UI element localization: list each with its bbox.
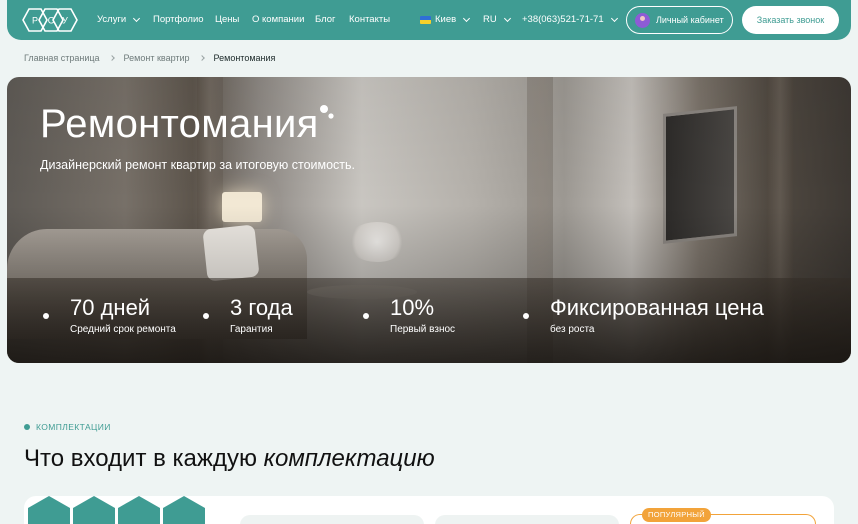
section-title-plain: Что входит в каждую — [24, 445, 257, 472]
hexagon-shape — [118, 496, 160, 524]
breadcrumb-current: Ремонтомания — [213, 53, 276, 63]
stat-value: 70 дней — [70, 295, 151, 320]
hexagon-shape — [28, 496, 70, 524]
nav-prices[interactable]: Цены — [215, 13, 239, 27]
chevron-right-icon — [198, 55, 205, 61]
phone-number: +38(063)521-71-71 — [522, 14, 604, 25]
city-selector[interactable]: Киев — [420, 13, 471, 27]
order-call-button[interactable]: Заказать звонок — [742, 6, 839, 34]
ukraine-flag-icon — [420, 16, 431, 24]
bullet-icon — [363, 313, 369, 319]
decorative-dots-icon — [320, 105, 334, 119]
bullet-icon — [523, 313, 529, 319]
section-title: Что входит в каждую комплектацию — [24, 445, 435, 473]
breadcrumb-home[interactable]: Главная страница — [24, 53, 100, 63]
section-tag: КОМПЛЕКТАЦИИ — [24, 422, 111, 432]
personal-cabinet-label: Личный кабинет — [656, 15, 724, 25]
section-title-italic: комплектацию — [263, 445, 435, 472]
city-label: Киев — [435, 14, 457, 25]
nav-services-label: Услуги — [97, 14, 127, 25]
chevron-down-icon — [133, 14, 141, 23]
order-call-label: Заказать звонок — [756, 15, 825, 25]
page-title: Ремонтомания — [40, 102, 319, 146]
bullet-icon — [203, 313, 209, 319]
nav-blog-label: Блог — [315, 14, 336, 25]
stat-value: 10% — [390, 295, 435, 320]
user-avatar-icon — [635, 12, 650, 28]
personal-cabinet-button[interactable]: Личный кабинет — [626, 6, 733, 34]
stat-value: 3 года — [230, 295, 293, 320]
nav-portfolio[interactable]: Портфолио — [153, 13, 204, 27]
nav-blog[interactable]: Блог — [315, 13, 336, 27]
nav-services[interactable]: Услуги — [97, 13, 141, 27]
language-label: RU — [483, 14, 497, 25]
bullet-icon — [43, 313, 49, 319]
nav-about-label: О компании — [252, 14, 305, 25]
chevron-right-icon — [108, 55, 115, 61]
stat-value: Фиксированная цена — [550, 295, 764, 320]
hero-subtitle: Дизайнерский ремонт квартир за итоговую … — [40, 158, 356, 172]
breadcrumb-apartment-repair[interactable]: Ремонт квартир — [124, 53, 190, 63]
stat-item: 3 года Гарантия — [203, 295, 293, 335]
nav-contacts-label: Контакты — [349, 14, 391, 25]
stat-item: Фиксированная цена без роста — [523, 295, 764, 335]
top-navbar: Р С У Услуги Портфолио Цены О компании Б… — [7, 0, 851, 40]
section-tag-label: КОМПЛЕКТАЦИИ — [36, 422, 111, 432]
logo-letter-3: У — [62, 16, 68, 26]
phone-selector[interactable]: +38(063)521-71-71 — [522, 13, 618, 27]
chevron-down-icon — [610, 14, 618, 23]
stat-item: 70 дней Средний срок ремонта — [43, 295, 176, 335]
stat-label: без роста — [550, 324, 595, 335]
logo-letter-1: Р — [32, 16, 38, 26]
nav-portfolio-label: Портфолио — [153, 14, 204, 25]
stat-label: Гарантия — [230, 324, 273, 335]
hexagon-shape — [73, 496, 115, 524]
breadcrumb: Главная страница Ремонт квартир Ремонтом… — [24, 53, 275, 63]
stat-label: Первый взнос — [390, 324, 456, 335]
stat-label: Средний срок ремонта — [70, 324, 176, 335]
nav-about[interactable]: О компании — [252, 13, 304, 27]
company-logo[interactable]: Р С У — [21, 7, 79, 33]
package-card[interactable] — [435, 515, 619, 524]
hexagon-shape — [163, 496, 205, 524]
popular-badge: ПОПУЛЯРНЫЙ — [642, 508, 711, 522]
chevron-down-icon — [463, 14, 471, 23]
chevron-down-icon — [503, 14, 511, 23]
nav-contacts[interactable]: Контакты — [349, 13, 390, 27]
package-card[interactable] — [240, 515, 424, 524]
dot-icon — [24, 424, 30, 430]
stat-item: 10% Первый взнос — [363, 295, 456, 335]
logo-letter-2: С — [48, 16, 55, 26]
language-selector[interactable]: RU — [483, 13, 511, 27]
nav-prices-label: Цены — [215, 14, 240, 25]
hexagon-pattern — [24, 496, 206, 524]
